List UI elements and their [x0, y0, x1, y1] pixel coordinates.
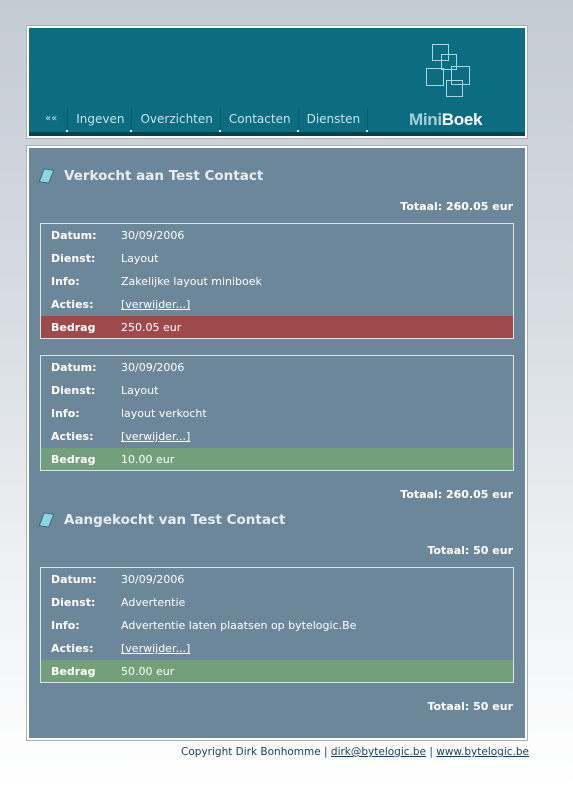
nav-item-ingeven[interactable]: Ingeven	[68, 108, 133, 132]
dienst-row: Dienst: Layout	[41, 379, 513, 402]
delete-link[interactable]: [verwijder...]	[121, 298, 190, 311]
acties-row: Acties: [verwijder...]	[41, 293, 513, 316]
dienst-value: Advertentie	[121, 596, 186, 609]
bedrag-row: Bedrag 250.05 eur	[41, 316, 513, 338]
datum-label: Datum:	[51, 573, 97, 586]
datum-row: Datum: 30/09/2006	[41, 568, 513, 591]
dienst-value: Layout	[121, 384, 159, 397]
section-title-text: Aangekocht van Test Contact	[64, 512, 286, 528]
info-label: Info:	[51, 275, 80, 288]
info-value: layout verkocht	[121, 407, 207, 420]
footer: Copyright Dirk Bonhomme | dirk@bytelogic…	[181, 746, 529, 758]
datum-value: 30/09/2006	[121, 573, 185, 586]
logo: MiniBoek	[409, 110, 482, 130]
entry-card: Datum: 30/09/2006 Dienst: Layout Info: Z…	[40, 223, 514, 339]
website-link[interactable]: www.bytelogic.be	[436, 746, 529, 758]
info-row: Info: layout verkocht	[41, 402, 513, 425]
acties-label: Acties:	[51, 642, 94, 655]
dienst-label: Dienst:	[51, 252, 96, 265]
total-top: Totaal: 260.05 eur	[400, 200, 513, 213]
info-label: Info:	[51, 407, 80, 420]
info-row: Info: Zakelijke layout miniboek	[41, 270, 513, 293]
info-value: Zakelijke layout miniboek	[121, 275, 262, 288]
bedrag-row: Bedrag 50.00 eur	[41, 660, 513, 682]
dienst-label: Dienst:	[51, 384, 96, 397]
datum-row: Datum: 30/09/2006	[41, 356, 513, 379]
info-value: Advertentie laten plaatsen op bytelogic.…	[121, 619, 357, 632]
bedrag-label: Bedrag	[51, 452, 96, 466]
header: «« Ingeven Overzichten Contacten Dienste…	[26, 25, 528, 139]
header-strip	[29, 132, 525, 136]
logo-boek: Boek	[441, 110, 483, 129]
datum-label: Datum:	[51, 229, 97, 242]
nav-item-diensten[interactable]: Diensten	[299, 108, 369, 132]
total-top: Totaal: 50 eur	[427, 544, 513, 557]
info-row: Info: Advertentie laten plaatsen op byte…	[41, 614, 513, 637]
datum-row: Datum: 30/09/2006	[41, 224, 513, 247]
main-content: Verkocht aan Test Contact Totaal: 260.05…	[26, 145, 528, 741]
bedrag-value: 10.00 eur	[121, 452, 175, 466]
main-nav: «« Ingeven Overzichten Contacten Dienste…	[39, 108, 369, 134]
datum-value: 30/09/2006	[121, 229, 185, 242]
dienst-value: Layout	[121, 252, 159, 265]
content-panel: Verkocht aan Test Contact Totaal: 260.05…	[29, 148, 525, 738]
section-title-aangekocht: Aangekocht van Test Contact	[38, 512, 286, 528]
dienst-row: Dienst: Layout	[41, 247, 513, 270]
total-bottom: Totaal: 50 eur	[427, 700, 513, 713]
header-banner: «« Ingeven Overzichten Contacten Dienste…	[29, 28, 525, 136]
section-title-text: Verkocht aan Test Contact	[64, 168, 264, 184]
dienst-label: Dienst:	[51, 596, 96, 609]
bedrag-value: 50.00 eur	[121, 664, 175, 678]
acties-label: Acties:	[51, 298, 94, 311]
acties-label: Acties:	[51, 430, 94, 443]
email-link[interactable]: dirk@bytelogic.be	[331, 746, 426, 758]
acties-row: Acties: [verwijder...]	[41, 425, 513, 448]
bedrag-row: Bedrag 10.00 eur	[41, 448, 513, 470]
entry-card: Datum: 30/09/2006 Dienst: Layout Info: l…	[40, 355, 514, 471]
dienst-row: Dienst: Advertentie	[41, 591, 513, 614]
delete-link[interactable]: [verwijder...]	[121, 642, 190, 655]
acties-row: Acties: [verwijder...]	[41, 637, 513, 660]
bedrag-value: 250.05 eur	[121, 320, 182, 334]
entry-card: Datum: 30/09/2006 Dienst: Advertentie In…	[40, 567, 514, 683]
bedrag-label: Bedrag	[51, 320, 96, 334]
document-icon	[38, 168, 55, 184]
total-bottom: Totaal: 260.05 eur	[400, 488, 513, 501]
info-label: Info:	[51, 619, 80, 632]
logo-mini: Mini	[409, 110, 442, 129]
copyright-text: Copyright Dirk Bonhomme |	[181, 746, 331, 758]
nav-item-overzichten[interactable]: Overzichten	[132, 108, 222, 132]
footer-separator: |	[426, 746, 437, 758]
nav-item-contacten[interactable]: Contacten	[221, 108, 299, 132]
datum-value: 30/09/2006	[121, 361, 185, 374]
delete-link[interactable]: [verwijder...]	[121, 430, 190, 443]
logo-squares-icon	[424, 42, 484, 106]
section-title-verkocht: Verkocht aan Test Contact	[38, 168, 264, 184]
nav-back-button[interactable]: ««	[39, 108, 69, 132]
datum-label: Datum:	[51, 361, 97, 374]
document-icon	[38, 512, 55, 528]
bedrag-label: Bedrag	[51, 664, 96, 678]
